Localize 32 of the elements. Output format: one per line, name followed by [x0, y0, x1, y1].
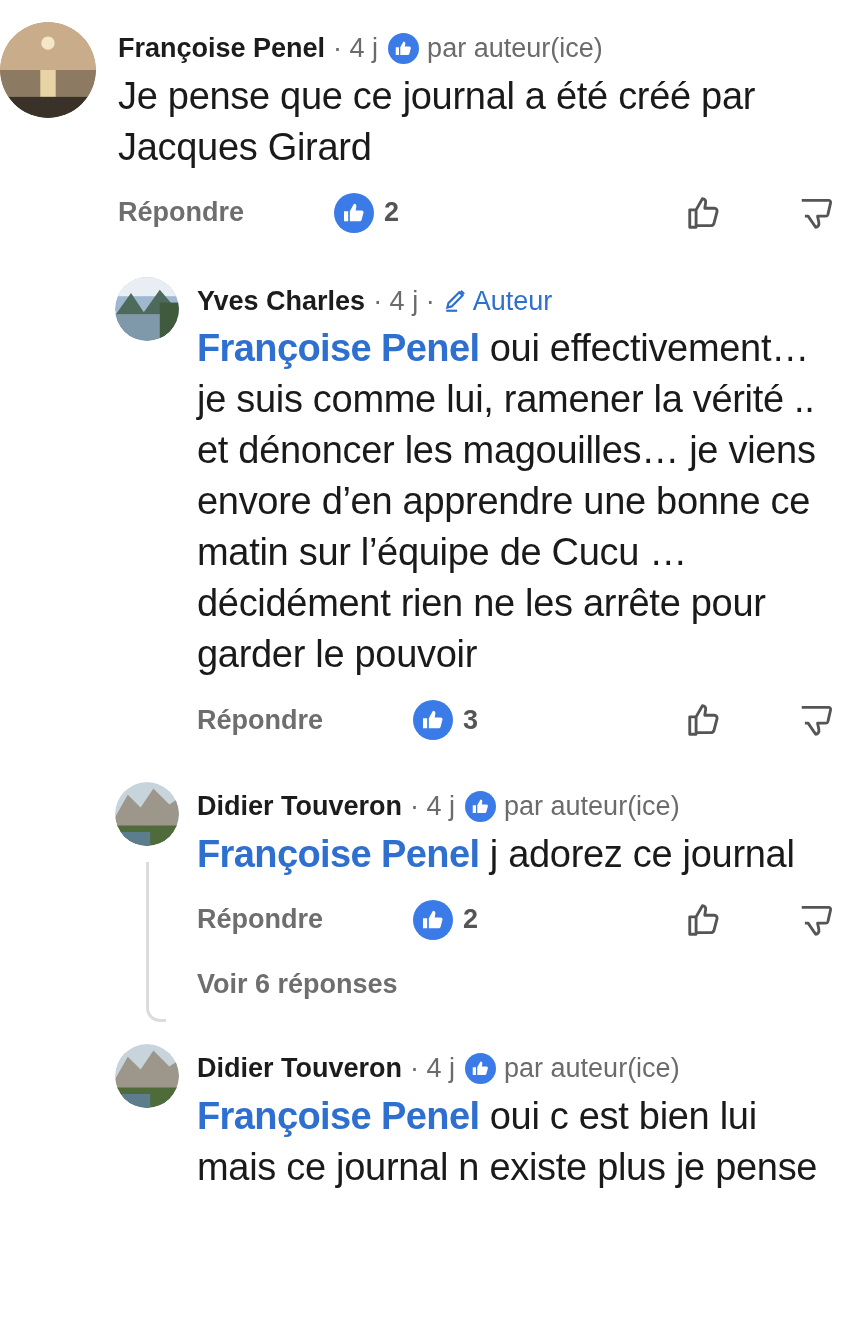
badge-label: par auteur(ice) — [504, 1052, 680, 1085]
thumbs-up-icon — [388, 32, 420, 64]
like-count: 2 — [463, 903, 479, 937]
comment-time: · 4 j — [410, 1052, 456, 1085]
thumbs-up-icon — [413, 899, 453, 940]
reply-button[interactable]: Répondre — [118, 192, 334, 233]
author-name[interactable]: Françoise Penel — [118, 28, 326, 69]
comment-text: Je pense que ce journal a été créé par Jacques Girard — [118, 73, 757, 170]
author-name[interactable]: Didier Touveron — [197, 1048, 403, 1089]
thumbs-up-icon — [465, 790, 497, 822]
like-count: 3 — [463, 703, 479, 737]
author-name[interactable]: Didier Touveron — [197, 786, 403, 827]
thumbs-up-icon — [334, 192, 374, 233]
comment-text: Françoise Penel oui effectivement… je suis comme lui, ramener la vérité .. et dénoncer les magouilles… je viens envore d’en apprendre une bonne ce matin sur l’équipe de Cucu … décidément rien ne les arrête pour garder le pouvoir — [197, 326, 817, 677]
like-count: 2 — [384, 196, 400, 230]
reply-button[interactable]: Répondre — [197, 699, 413, 741]
view-replies-link[interactable]: Voir 6 réponses — [197, 963, 398, 1004]
thumbs-up-icon — [465, 1052, 497, 1084]
author-label: Auteur — [472, 284, 553, 318]
reply-button[interactable]: Répondre — [197, 899, 413, 940]
comment-time: · 4 j · — [373, 284, 435, 318]
comment-time: · 4 j — [410, 790, 456, 823]
comment-time: · 4 j — [333, 32, 379, 65]
badge-label: par auteur(ice) — [504, 790, 680, 823]
comment-text: Françoise Penel oui c est bien lui mais ce journal n existe plus je pense — [197, 1093, 819, 1190]
author-name[interactable]: Yves Charles — [197, 280, 366, 321]
mention-link[interactable]: Françoise Penel — [197, 327, 480, 369]
comment-text: Françoise Penel j adorez ce journal — [197, 831, 796, 877]
badge-label: par auteur(ice) — [427, 32, 603, 65]
thumbs-up-icon — [413, 700, 453, 740]
mention-link[interactable]: Françoise Penel — [197, 1094, 480, 1137]
mention-link[interactable]: Françoise Penel — [197, 832, 480, 875]
